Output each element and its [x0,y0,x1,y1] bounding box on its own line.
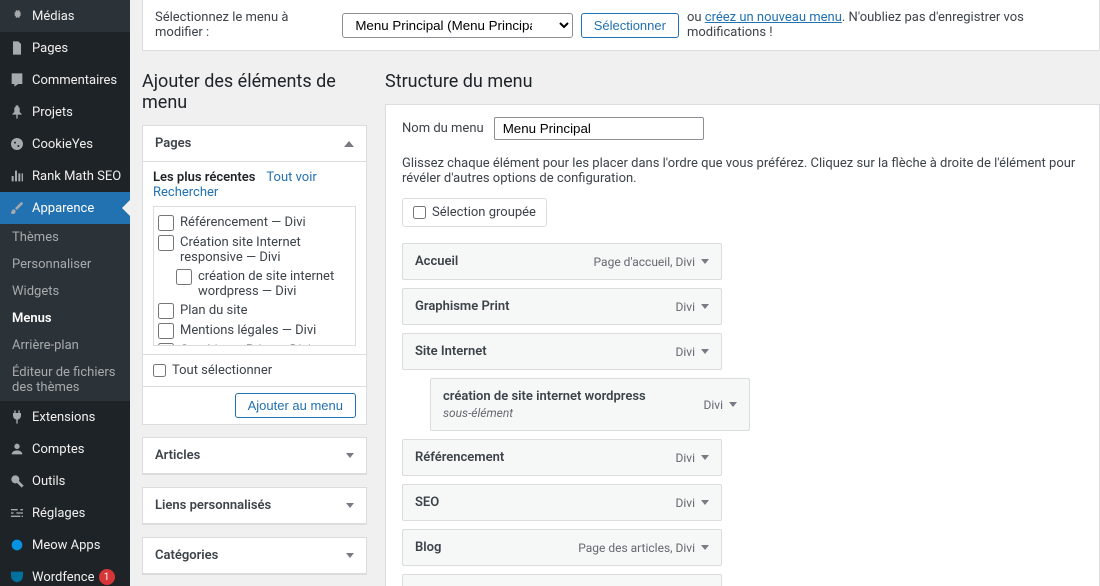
sidebar-item[interactable]: Meow Apps [0,529,130,561]
sidebar-item[interactable]: Projets [0,96,130,128]
select-all-row: Tout sélectionner [143,354,366,386]
user-icon [8,440,26,458]
page-checkbox[interactable] [158,323,174,339]
create-menu-link[interactable]: créez un nouveau menu [705,10,842,25]
pages-panel-header[interactable]: Pages [143,126,366,162]
sidebar-item[interactable]: Extensions [0,401,130,433]
select-all-checkbox[interactable] [153,364,166,377]
sidebar-item[interactable]: Pages [0,32,130,64]
page-checkbox[interactable] [158,303,174,319]
chevron-down-icon[interactable] [701,545,709,550]
sliders-icon [8,504,26,522]
page-list-item: Mentions légales — Divi [158,323,347,339]
admin-sidebar: MédiasPagesCommentairesProjetsCookieYesR… [0,0,130,586]
sidebar-item[interactable]: CookieYes [0,128,130,160]
page-list-item: Référencement — Divi [158,215,347,231]
chevron-down-icon[interactable] [701,259,709,264]
page-checkbox[interactable] [158,215,174,231]
sidebar-item[interactable]: Comptes [0,433,130,465]
page-checkbox[interactable] [176,269,192,285]
wordfence-icon [8,568,26,586]
bulk-select-checkbox[interactable] [413,206,426,219]
comment-icon [8,71,26,89]
menu-select-bar: Sélectionnez le menu à modifier : Menu P… [142,0,1100,51]
chevron-down-icon[interactable] [701,500,709,505]
chevron-down-icon[interactable] [701,304,709,309]
menu-item[interactable]: création de site internet wordpresssous-… [430,378,750,431]
chevron-down-icon [346,453,354,458]
tab-recent[interactable]: Les plus récentes [153,170,255,185]
help-text: Glissez chaque élément pour les placer d… [402,156,1083,186]
sidebar-item-label: Apparence [32,201,94,216]
page-icon [8,39,26,57]
sidebar-item[interactable]: Médias [0,0,130,32]
chevron-down-icon[interactable] [701,455,709,460]
page-list-item: Création site Internet responsive — Divi [158,235,347,265]
page-checkbox[interactable] [158,235,174,251]
wrench-icon [8,472,26,490]
menu-item[interactable]: RéférencementDivi [402,439,722,476]
menu-select[interactable]: Menu Principal (Menu Principal) [342,13,572,38]
brush-icon [8,199,26,217]
chevron-down-icon[interactable] [701,349,709,354]
page-list-item: Graphisme Print — Divi [158,343,347,346]
chevron-down-icon [346,503,354,508]
add-items-title: Ajouter des éléments de menu [142,71,367,113]
structure-title: Structure du menu [385,71,1100,92]
page-checkbox[interactable] [158,343,174,346]
menu-name-label: Nom du menu [402,121,484,136]
main-content: Sélectionnez le menu à modifier : Menu P… [130,0,1100,586]
sidebar-submenu: ThèmesPersonnaliserWidgetsMenusArrière-p… [0,224,130,401]
sidebar-item[interactable]: Réglages [0,497,130,529]
select-button[interactable]: Sélectionner [581,13,679,38]
badge: 1 [99,569,115,585]
add-to-menu-button[interactable]: Ajouter au menu [235,393,356,418]
media-icon [8,7,26,25]
sidebar-item-appearance[interactable]: Apparence [0,192,130,224]
panel-header[interactable]: Articles [143,438,366,474]
tab-search[interactable]: Rechercher [153,185,218,200]
panel-header[interactable]: Liens personnalisés [143,488,366,524]
panel-header[interactable]: Catégories [143,538,366,574]
cookie-icon [8,135,26,153]
bulk-select[interactable]: Sélection groupée [402,198,547,227]
chevron-up-icon [344,141,354,147]
pin-icon [8,103,26,121]
pages-panel: Pages Les plus récentes Tout voir Recher… [142,125,367,425]
menu-item[interactable]: SEODivi [402,484,722,521]
sidebar-item[interactable]: Outils [0,465,130,497]
sidebar-item[interactable]: Rank Math SEO [0,160,130,192]
chart-icon [8,167,26,185]
page-list-item: création de site internet wordpress — Di… [176,269,347,299]
select-label: Sélectionnez le menu à modifier : [155,10,334,40]
or-text: ou créez un nouveau menu. N'oubliez pas … [687,10,1087,40]
sidebar-subitem[interactable]: Menus [0,305,130,332]
menu-item[interactable]: Graphisme PrintDivi [402,288,722,325]
chevron-down-icon[interactable] [729,402,737,407]
sidebar-item[interactable]: Wordfence1 [0,561,130,586]
sidebar-subitem[interactable]: Personnaliser [0,251,130,278]
plugin-icon [8,408,26,426]
menu-name-input[interactable] [494,117,704,140]
menu-item[interactable]: AccueilPage d'accueil, Divi [402,243,722,280]
menu-item[interactable]: Site InternetDivi [402,333,722,370]
menu-items-list: AccueilPage d'accueil, Divi Graphisme Pri… [402,243,1083,586]
menu-structure-area: Nom du menu Glissez chaque élément pour … [385,104,1100,586]
sidebar-subitem[interactable]: Arrière-plan [0,332,130,359]
page-list-item: Plan du site [158,303,347,319]
sidebar-subitem[interactable]: Éditeur de fichiers des thèmes [0,359,130,401]
tab-viewall[interactable]: Tout voir [266,170,316,185]
chevron-down-icon [346,553,354,558]
sidebar-subitem[interactable]: Thèmes [0,224,130,251]
pages-list: Référencement — Divi Création site Intern… [153,206,356,346]
sidebar-subitem[interactable]: Widgets [0,278,130,305]
sidebar-item[interactable]: Commentaires [0,64,130,96]
meow-icon [8,536,26,554]
menu-item[interactable]: ContactDivi [402,574,722,586]
menu-item[interactable]: BlogPage des articles, Divi [402,529,722,566]
